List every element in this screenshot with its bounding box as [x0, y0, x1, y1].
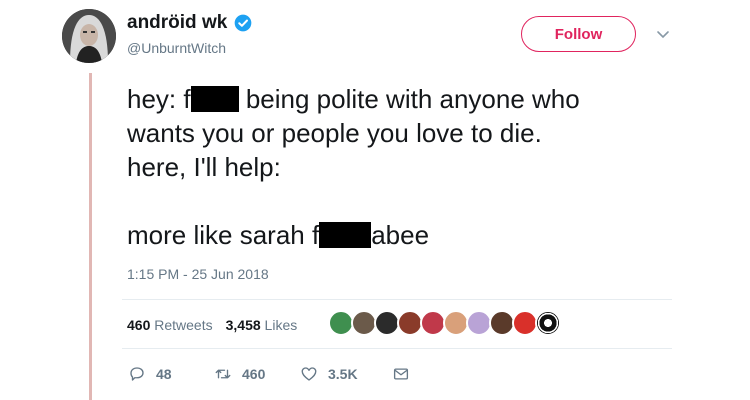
tweet-line: here, I'll help: [127, 152, 281, 182]
tweet-timestamp[interactable]: 1:15 PM - 25 Jun 2018 [127, 266, 269, 282]
engagement-stats: 460 Retweets 3,458 Likes [127, 317, 297, 333]
divider [122, 348, 672, 349]
likes-label: Likes [264, 317, 298, 333]
chevron-down-icon[interactable] [655, 26, 671, 42]
user-handle[interactable]: @UnburntWitch [127, 40, 226, 56]
retweets-label: Retweets [154, 317, 213, 333]
likes-stat[interactable]: 3,458 Likes [226, 317, 298, 333]
redaction-bar [319, 222, 372, 248]
likes-count: 3,458 [225, 317, 261, 333]
retweets-count: 460 [127, 317, 151, 333]
message-icon [393, 368, 409, 380]
tweet-line: hey: f being polite with anyone who [127, 82, 687, 116]
tweet-text-segment: being polite with anyone who [238, 84, 580, 114]
like-count: 3.5K [328, 366, 358, 382]
avatar[interactable] [62, 9, 116, 63]
tweet-line: wants you or people you love to die. [127, 118, 542, 148]
like-button[interactable]: 3.5K [300, 365, 392, 383]
direct-message-button[interactable] [392, 365, 410, 383]
reply-icon [130, 367, 144, 381]
reply-count: 48 [156, 366, 172, 382]
retweet-icon [215, 369, 231, 379]
tweet-text-segment: more like sarah f [127, 220, 320, 250]
tweet-text-segment: abee [371, 220, 430, 250]
liker-avatars [328, 310, 561, 336]
thread-line [89, 73, 92, 400]
follow-button[interactable]: Follow [521, 16, 636, 52]
verified-badge-icon [234, 14, 252, 32]
tweet-text: hey: f being polite with anyone who want… [127, 82, 687, 252]
display-name[interactable]: andröid wk [127, 12, 227, 34]
heart-icon [301, 367, 317, 381]
display-name-row: andröid wk [127, 12, 253, 34]
redaction-bar [190, 86, 239, 112]
retweets-stat[interactable]: 460 Retweets [127, 317, 213, 333]
reply-button[interactable]: 48 [128, 365, 214, 383]
liker-avatar[interactable] [535, 310, 561, 336]
retweet-count: 460 [242, 366, 266, 382]
avatar-image [62, 9, 116, 63]
tweet-text-segment: hey: f [127, 84, 191, 114]
tweet-line: more like sarah f abee [127, 218, 687, 252]
divider [122, 299, 672, 300]
action-bar: 48 460 3.5K [128, 365, 410, 383]
retweet-button[interactable]: 460 [214, 365, 300, 383]
